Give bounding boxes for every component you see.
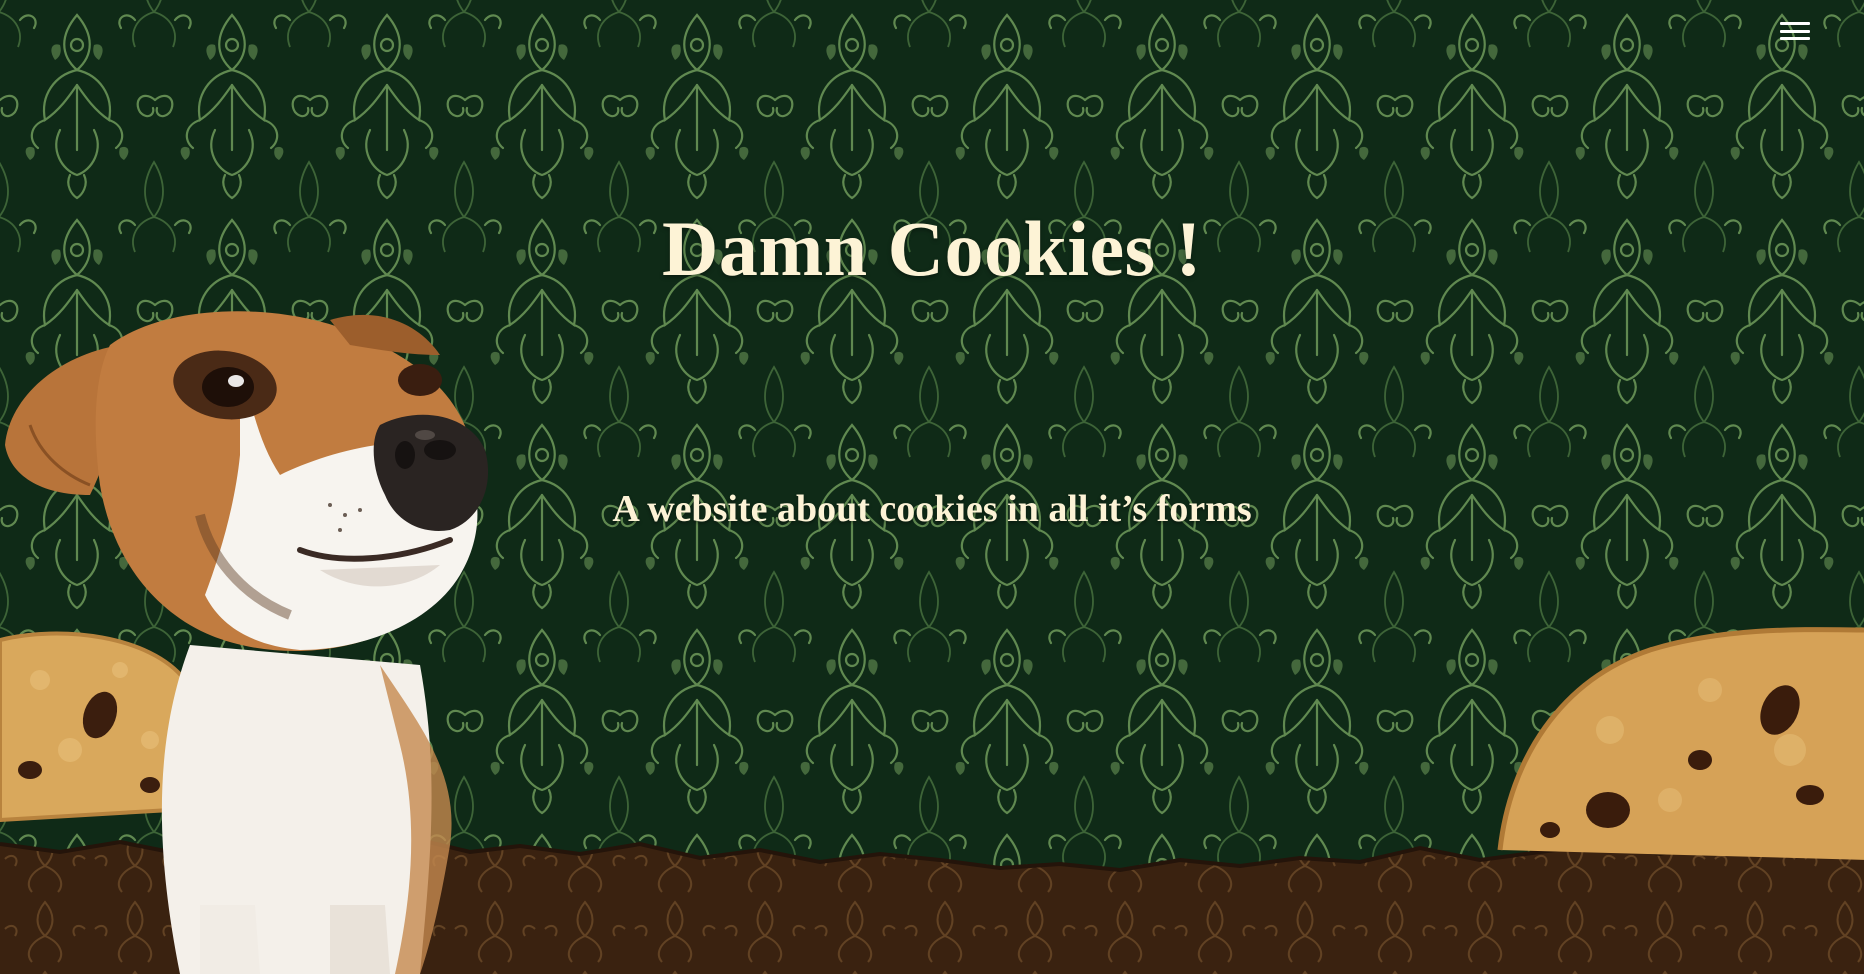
page-subtitle: A website about cookies in all it’s form… — [612, 488, 1252, 530]
cookie-right-image — [1497, 627, 1864, 860]
menu-line — [1780, 29, 1810, 33]
dog-mascot-image — [5, 311, 489, 974]
page-title: Damn Cookies ! — [661, 205, 1202, 292]
menu-line — [1780, 22, 1810, 25]
hero-section: Damn Cookies ! A website about cookies i… — [0, 0, 1864, 974]
menu-line — [1780, 37, 1810, 40]
hamburger-menu-icon[interactable] — [1780, 20, 1810, 42]
